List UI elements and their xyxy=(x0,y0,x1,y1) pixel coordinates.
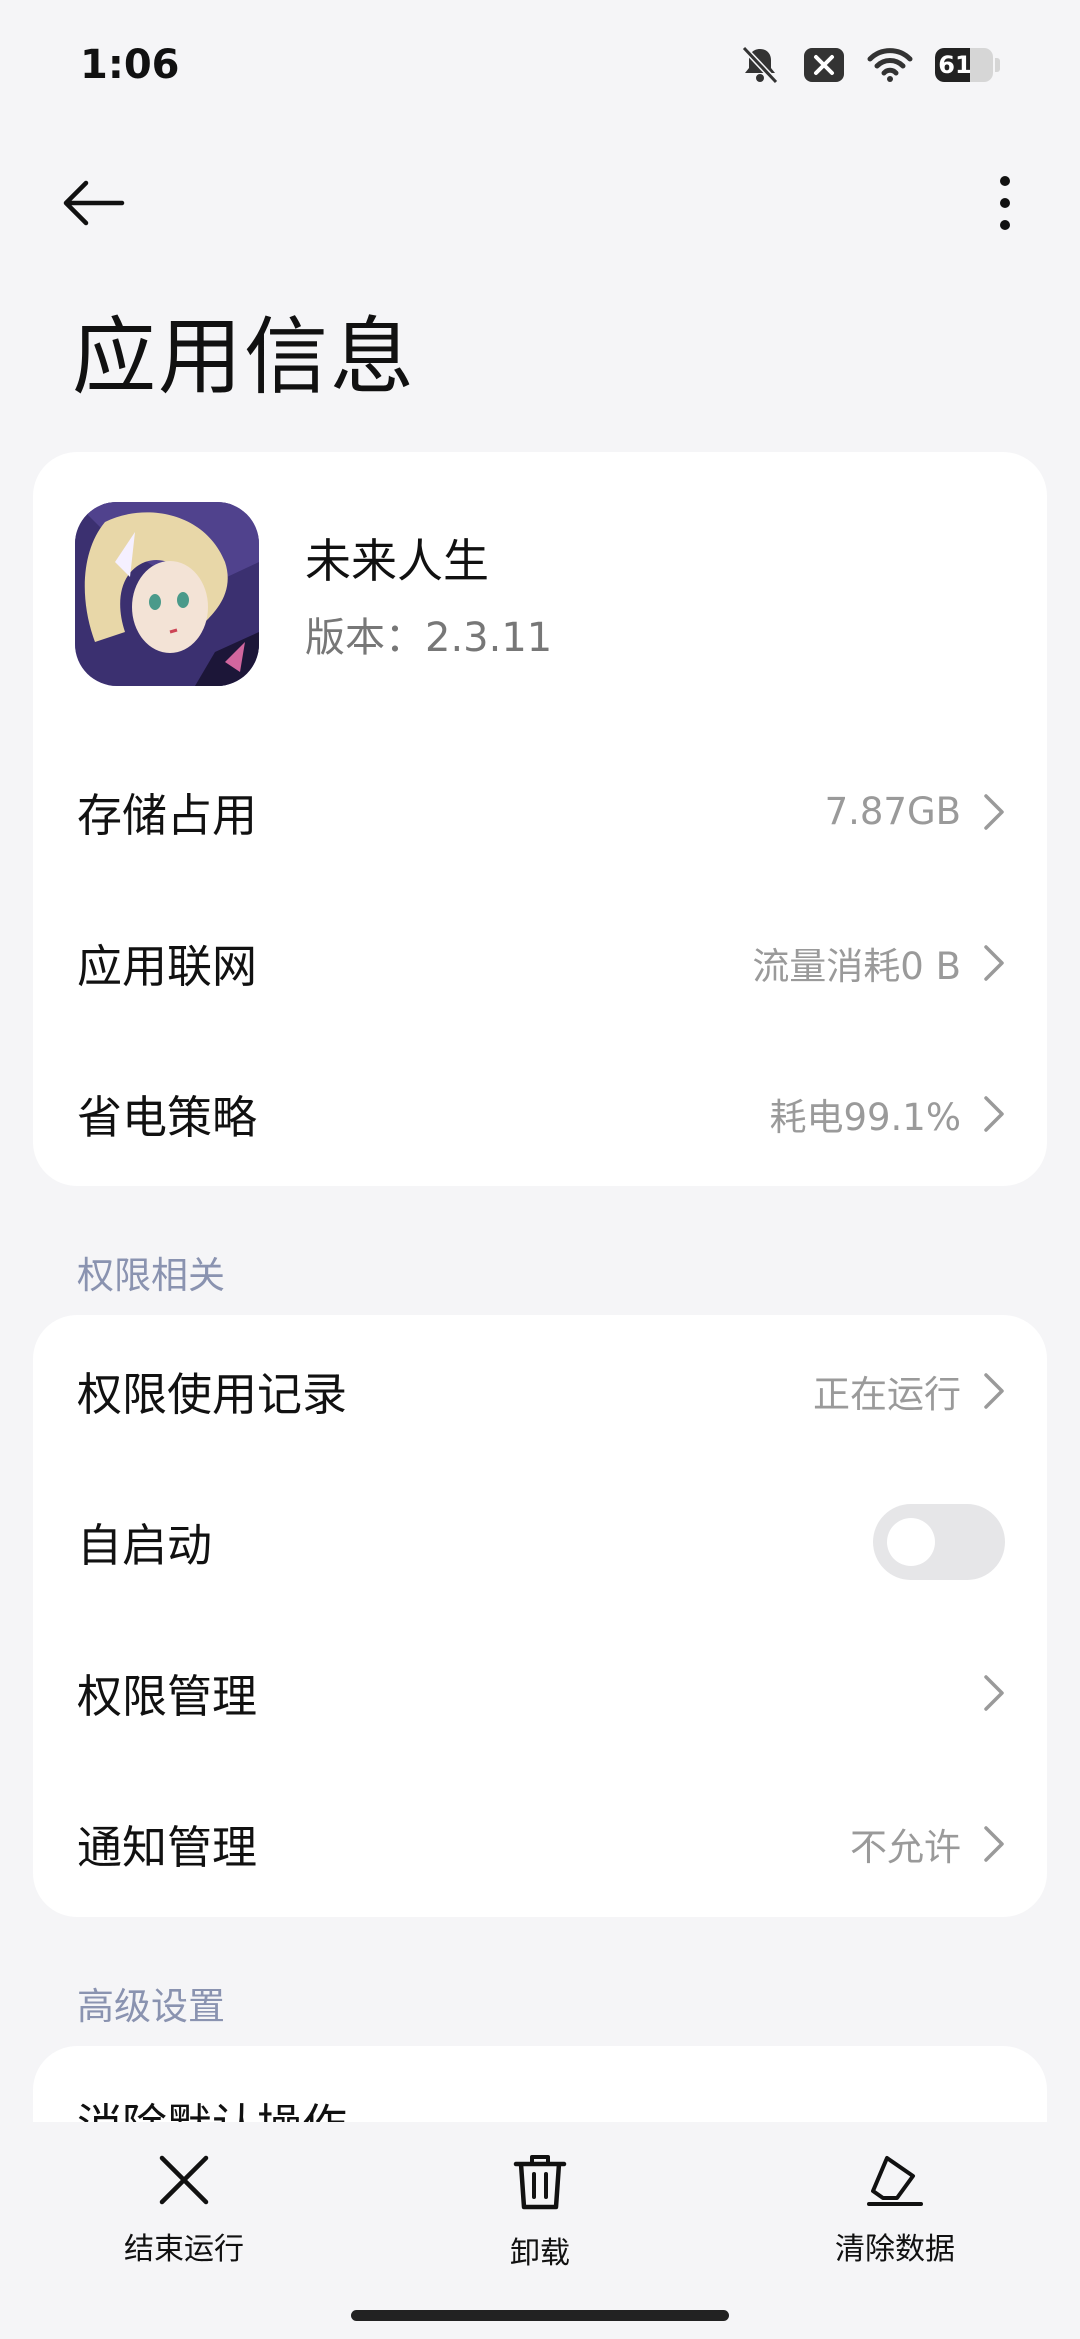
app-header: 未来人生 版本：2.3.11 xyxy=(75,502,552,686)
clear-data-button[interactable]: 清除数据 xyxy=(785,2152,1005,2282)
eraser-icon xyxy=(865,2152,925,2212)
page-title: 应用信息 xyxy=(72,308,417,406)
status-time: 1:06 xyxy=(80,42,180,88)
permissions-card: 权限使用记录 正在运行 自启动 权限管理 通知管理 不允许 xyxy=(33,1315,1047,1917)
chevron-right-icon xyxy=(983,944,1005,982)
row-label: 权限管理 xyxy=(77,1670,258,1723)
autostart-toggle[interactable] xyxy=(873,1503,1005,1580)
app-version: 版本：2.3.11 xyxy=(305,615,553,661)
chevron-right-icon xyxy=(983,793,1005,831)
row-right xyxy=(983,1674,1005,1712)
more-vertical-icon xyxy=(998,175,1012,235)
close-icon xyxy=(156,2152,212,2212)
row-label: 自启动 xyxy=(77,1519,213,1572)
chevron-right-icon xyxy=(983,1095,1005,1133)
row-label: 存储占用 xyxy=(77,789,258,842)
app-name-block: 未来人生 版本：2.3.11 xyxy=(305,525,552,663)
uninstall-button[interactable]: 卸载 xyxy=(430,2152,650,2282)
row-value: 不允许 xyxy=(850,1825,961,1869)
battery-cap xyxy=(995,58,1000,72)
action-label: 清除数据 xyxy=(835,2232,955,2267)
bottom-action-bar: 结束运行 卸载 清除数据 xyxy=(0,2122,1080,2339)
trash-icon xyxy=(512,2152,568,2216)
row-label: 省电策略 xyxy=(77,1091,258,1144)
battery-body: 61 xyxy=(935,48,993,82)
storage-row[interactable]: 存储占用 7.87GB xyxy=(33,736,1047,887)
permission-management-row[interactable]: 权限管理 xyxy=(33,1617,1047,1768)
status-bar: 1:06 61 xyxy=(0,0,1080,130)
home-indicator[interactable] xyxy=(351,2310,729,2321)
row-right: 7.87GB xyxy=(825,790,1005,833)
app-info-card: 未来人生 版本：2.3.11 存储占用 7.87GB 应用联网 流量消耗0 B xyxy=(33,452,1047,1186)
force-stop-button[interactable]: 结束运行 xyxy=(74,2152,294,2282)
chevron-right-icon xyxy=(983,1825,1005,1863)
row-value: 正在运行 xyxy=(813,1372,961,1416)
battery-saver-row[interactable]: 省电策略 耗电99.1% xyxy=(33,1038,1047,1186)
app-info-screen: 1:06 61 应用信息 未来人生 版本：2.3.11 存储占用 7.87GB … xyxy=(0,0,1080,2339)
battery-icon: 61 xyxy=(935,48,1000,82)
back-button[interactable] xyxy=(60,170,150,240)
section-header-permissions: 权限相关 xyxy=(77,1254,225,1297)
row-label: 权限使用记录 xyxy=(77,1368,348,1421)
action-label: 结束运行 xyxy=(124,2232,244,2267)
chevron-right-icon xyxy=(983,1674,1005,1712)
chevron-right-icon xyxy=(983,1372,1005,1410)
permission-usage-row[interactable]: 权限使用记录 正在运行 xyxy=(33,1315,1047,1466)
autostart-row: 自启动 xyxy=(33,1466,1047,1617)
row-value: 7.87GB xyxy=(824,790,961,833)
network-row[interactable]: 应用联网 流量消耗0 B xyxy=(33,887,1047,1038)
row-right: 正在运行 xyxy=(813,1364,1005,1418)
status-icons: 61 xyxy=(739,45,1000,85)
app-name: 未来人生 xyxy=(305,534,489,588)
row-right: 不允许 xyxy=(850,1817,1005,1871)
action-label: 卸载 xyxy=(510,2236,570,2271)
top-app-bar xyxy=(0,150,1080,260)
more-options-button[interactable] xyxy=(970,170,1040,240)
toggle-knob xyxy=(887,1517,935,1566)
app-icon xyxy=(75,502,259,686)
row-value: 耗电99.1% xyxy=(769,1095,961,1139)
row-value: 流量消耗0 B xyxy=(752,944,961,988)
bell-off-icon xyxy=(739,45,781,85)
notification-management-row[interactable]: 通知管理 不允许 xyxy=(33,1768,1047,1917)
wifi-icon xyxy=(867,47,913,83)
row-right: 耗电99.1% xyxy=(769,1087,1005,1141)
battery-level: 61 xyxy=(938,51,972,79)
row-label: 应用联网 xyxy=(77,940,258,993)
row-label: 通知管理 xyxy=(77,1821,258,1874)
row-right: 流量消耗0 B xyxy=(752,936,1005,990)
section-header-advanced: 高级设置 xyxy=(77,1985,225,2028)
close-box-icon xyxy=(803,47,845,83)
arrow-left-icon xyxy=(60,179,126,231)
